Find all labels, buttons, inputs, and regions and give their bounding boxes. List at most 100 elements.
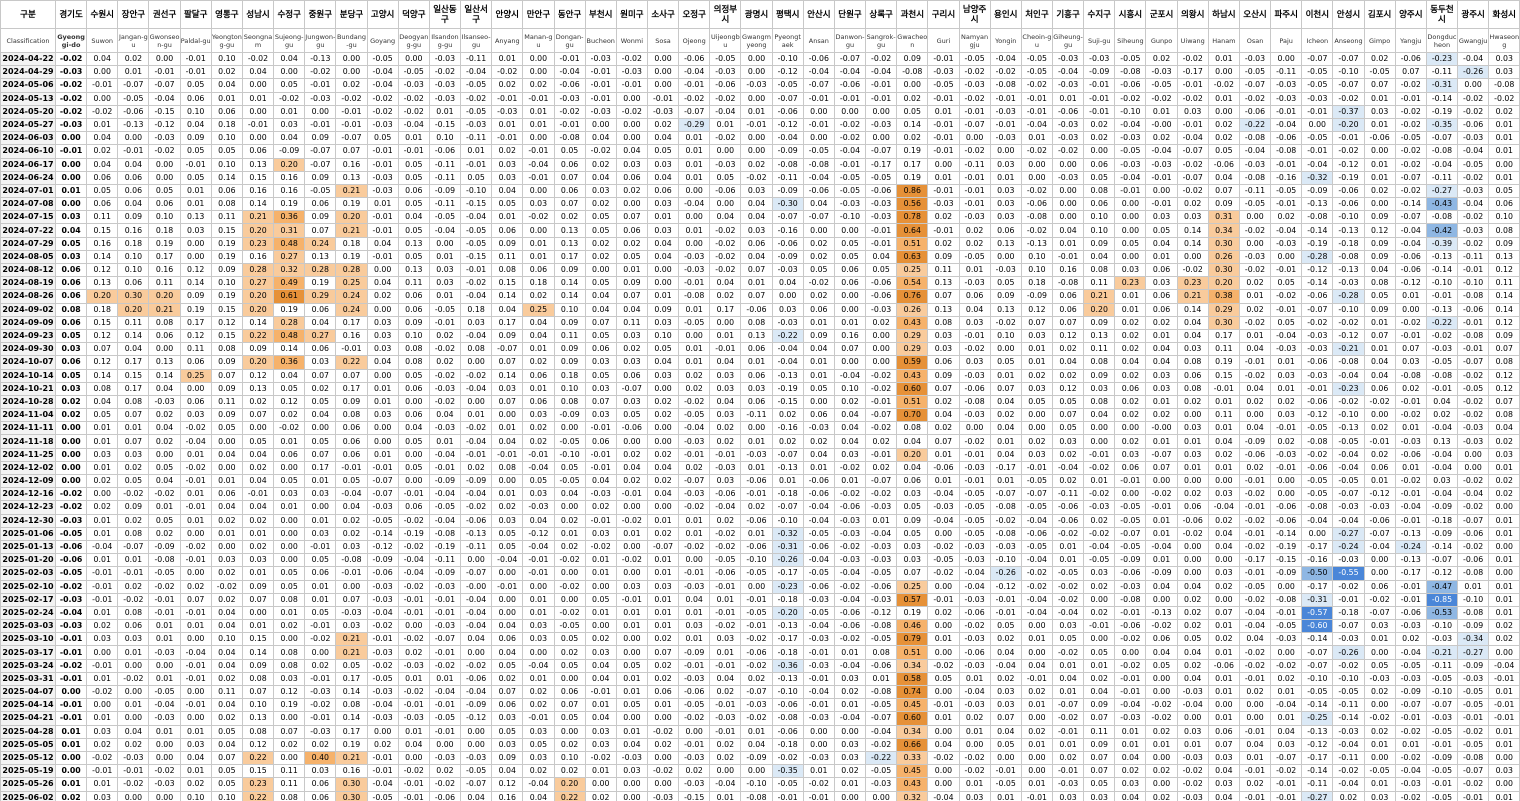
gyeonggi-value-cell: -0.01 <box>54 671 88 687</box>
value-cell: 0.10 <box>210 51 243 67</box>
value-cell: -0.03 <box>491 104 524 119</box>
value-cell: -0.14 <box>1301 276 1334 291</box>
value-cell: -0.05 <box>1114 144 1147 159</box>
value-cell: 0.02 <box>584 632 617 647</box>
value-cell: 0.02 <box>646 447 680 462</box>
value-cell: -0.06 <box>833 78 867 93</box>
value-cell: 0.00 <box>179 632 212 647</box>
value-cell: 0.10 <box>179 790 212 801</box>
value-cell: -0.06 <box>771 698 804 713</box>
weekly-change-table-view: 구분 경기도 수원시 장안구 권선구 팔달구 영통구 성남시 수정구 중원구 분당구 고양시 덕양구 일… <box>0 0 1520 801</box>
value-cell: 0.00 <box>273 526 306 541</box>
value-cell: -0.02 <box>1270 764 1303 779</box>
gyeonggi-value-cell: -0.03 <box>54 619 88 634</box>
value-cell: 0.04 <box>1176 315 1209 330</box>
gyeonggi-value-cell: -0.02 <box>54 51 88 67</box>
value-cell: -0.14 <box>1301 764 1334 779</box>
value-cell: 0.06 <box>584 434 617 449</box>
value-cell: -0.13 <box>117 117 150 133</box>
value-cell: 0.10 <box>553 381 586 396</box>
value-cell: 0.02 <box>927 236 960 251</box>
row-date: 2024-06-24 <box>0 170 56 185</box>
table-row: 2025-04-07 0.00 -0.02 0.00 -0.05 0.00 0.11 0.07… <box>0 684 1520 700</box>
table-row: 2025-06-02 0.02 0.03 0.00 0.00 0.10 0.10 0.22 0.… <box>0 790 1520 801</box>
value-cell: 0.03 <box>615 579 648 594</box>
value-cell: -0.01 <box>1270 790 1303 801</box>
value-cell: -0.04 <box>1020 553 1054 568</box>
value-cell: -0.01 <box>491 579 524 594</box>
value-cell: -0.08 <box>1332 355 1365 370</box>
value-cell: 0.09 <box>1488 236 1520 251</box>
value-cell: 0.07 <box>584 394 617 410</box>
value-cell: 0.16 <box>1051 262 1085 278</box>
value-cell: -0.07 <box>428 632 462 647</box>
value-cell: 0.01 <box>1207 51 1240 67</box>
value-cell: -0.01 <box>833 157 867 172</box>
value-cell: -0.02 <box>460 658 493 673</box>
value-cell: 0.00 <box>1394 302 1427 317</box>
value-cell: -0.05 <box>460 104 493 119</box>
value-cell: 0.06 <box>1488 197 1520 212</box>
value-cell: 0.06 <box>927 355 960 370</box>
value-cell: -0.01 <box>86 592 119 607</box>
column-header-ko: 의왕시 <box>1176 0 1209 29</box>
table-row: 2024-06-17 0.00 0.04 0.04 0.00 -0.01 0.10 0.13 0… <box>0 157 1520 172</box>
column-header-en: Ojeong <box>678 28 711 53</box>
value-cell: 0.03 <box>1270 368 1303 383</box>
value-cell: 0.07 <box>989 381 1022 396</box>
value-cell: 0.03 <box>366 315 399 330</box>
value-cell: 0.00 <box>241 78 275 93</box>
value-cell: 0.04 <box>709 394 742 410</box>
value-cell: 0.24 <box>304 236 337 251</box>
column-header-ko: 안산시 <box>802 0 835 29</box>
value-cell: 0.02 <box>304 737 337 752</box>
value-cell: -0.04 <box>989 658 1022 673</box>
value-cell: 0.03 <box>491 381 524 396</box>
value-cell: -0.08 <box>553 131 586 146</box>
value-cell: 0.02 <box>865 315 898 330</box>
table-row: 2024-09-02 0.08 0.18 0.20 0.21 0.19 0.15 0.20 0.… <box>0 302 1520 317</box>
value-cell: -0.02 <box>86 684 119 700</box>
value-cell: 0.06 <box>210 183 243 199</box>
value-cell: 0.02 <box>1270 210 1303 225</box>
value-cell: -0.07 <box>1332 487 1365 502</box>
value-cell: 0.06 <box>397 183 430 199</box>
value-cell: -0.05 <box>1083 553 1116 568</box>
value-cell: -0.01 <box>1145 197 1178 212</box>
column-header-en: Uiwang <box>1176 28 1209 53</box>
value-cell: 0.12 <box>86 328 119 344</box>
value-cell: -0.08 <box>1270 592 1303 607</box>
value-cell: 0.06 <box>117 276 150 291</box>
value-cell: 0.06 <box>210 104 243 119</box>
value-cell: -0.04 <box>148 698 181 713</box>
value-cell: 0.05 <box>989 619 1022 634</box>
table-row: 2024-12-09 0.00 0.02 0.05 0.04 -0.01 0.01 0.04 0… <box>0 473 1520 489</box>
value-cell: 0.04 <box>1176 579 1209 594</box>
value-cell: 0.02 <box>210 513 243 528</box>
value-cell: 0.01 <box>1145 104 1178 119</box>
value-cell: -0.01 <box>678 737 711 752</box>
value-cell: 0.05 <box>397 170 430 185</box>
value-cell: -0.07 <box>148 78 181 93</box>
value-cell: 0.00 <box>1114 223 1147 238</box>
value-cell: 0.02 <box>179 579 212 594</box>
value-cell: -0.06 <box>1301 460 1334 476</box>
value-cell: 0.00 <box>1176 408 1209 423</box>
value-cell: 0.01 <box>273 104 306 119</box>
value-cell: 0.05 <box>646 144 680 159</box>
column-header-en: Ansan <box>802 28 835 53</box>
value-cell: 0.24 <box>335 302 368 317</box>
value-cell: -0.09 <box>678 645 711 660</box>
value-cell: 0.00 <box>709 197 742 212</box>
value-cell: 0.29 <box>1207 302 1240 317</box>
value-cell: 0.00 <box>273 750 306 766</box>
value-cell: 0.01 <box>86 711 119 726</box>
value-cell: 0.13 <box>927 276 960 291</box>
value-cell: 0.07 <box>553 698 586 713</box>
value-cell: -0.10 <box>1332 302 1365 317</box>
value-cell: 0.02 <box>1363 684 1396 700</box>
value-cell: -0.04 <box>460 289 493 304</box>
value-cell: 0.02 <box>1238 394 1272 410</box>
value-cell: 0.01 <box>1363 170 1396 185</box>
value-cell: 0.00 <box>958 421 991 436</box>
